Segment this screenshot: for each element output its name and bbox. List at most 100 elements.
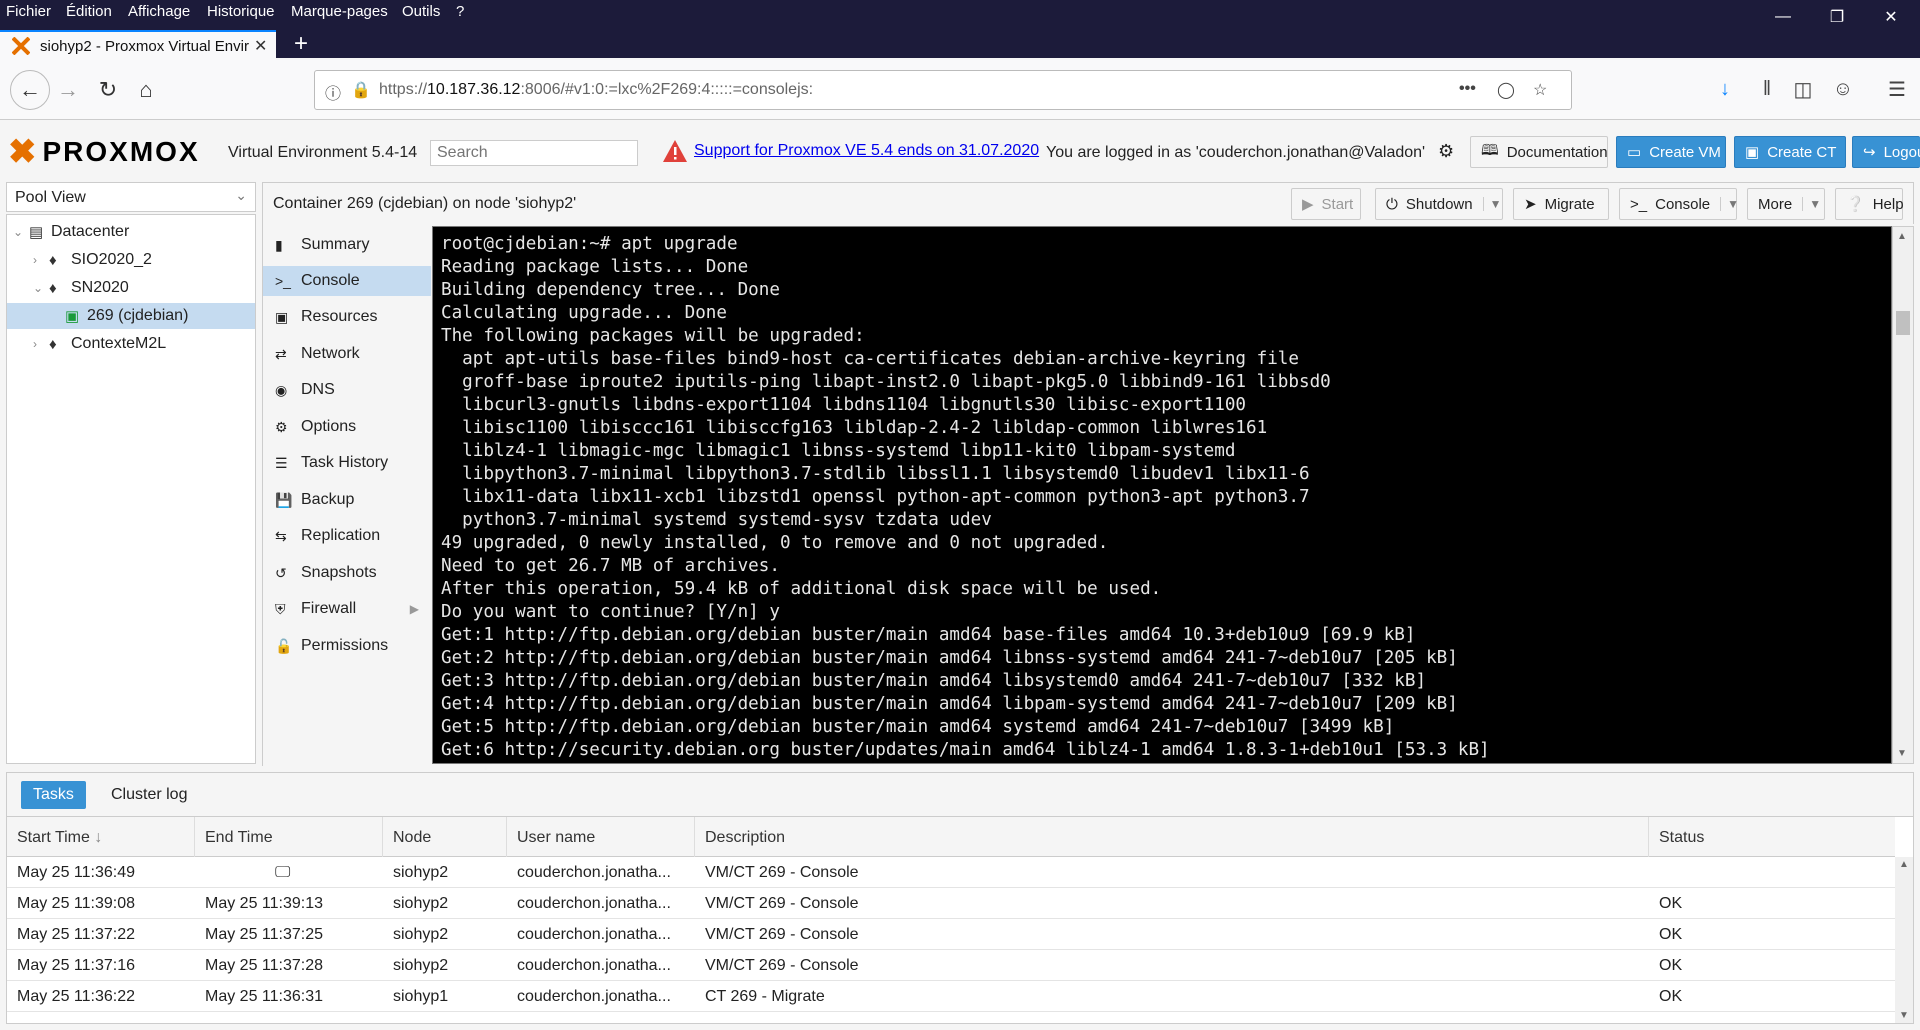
new-tab-icon[interactable]: + — [286, 30, 316, 58]
search-input[interactable] — [430, 140, 638, 166]
nav-dns[interactable]: ◉ DNS — [263, 375, 431, 405]
play-icon: ▶ — [1302, 196, 1314, 213]
collapse-icon[interactable]: ⌄ — [13, 225, 29, 239]
nav-permissions[interactable]: 🔓 Permissions — [263, 631, 431, 661]
start-button[interactable]: ▶ Start — [1291, 188, 1361, 220]
console-terminal[interactable]: root@cjdebian:~# apt upgrade Reading pack… — [432, 226, 1892, 764]
tab-tasks[interactable]: Tasks — [21, 781, 86, 809]
scroll-up-icon[interactable]: ▲ — [1899, 859, 1909, 870]
col-start-time[interactable]: Start Time ↓ — [7, 817, 195, 857]
nav-backup[interactable]: 💾 Backup — [263, 485, 431, 515]
scroll-up-icon[interactable]: ▲ — [1897, 231, 1907, 242]
dropdown-arrow-icon[interactable]: ▼ — [1482, 197, 1501, 211]
console-button[interactable]: >_ Console ▼ — [1619, 188, 1739, 220]
browser-tab-active[interactable]: siohyp2 - Proxmox Virtual Envir ✕ — [0, 30, 276, 60]
logout-button[interactable]: ↪Logou — [1852, 136, 1920, 168]
menu-marque-pages[interactable]: Marque-pages — [291, 3, 388, 20]
url-bar[interactable]: ⓘ 🔒 https://10.187.36.12:8006/#v1:0:=lxc… — [314, 70, 1572, 110]
tree-node-contextem2l[interactable]: › ♦ ContexteM2L — [33, 331, 255, 357]
menu-help[interactable]: ? — [456, 3, 464, 20]
more-button[interactable]: More ▼ — [1747, 188, 1825, 220]
tab-cluster-log[interactable]: Cluster log — [99, 781, 199, 809]
expand-icon[interactable]: › — [33, 253, 49, 267]
insecure-lock-icon[interactable]: 🔒 — [351, 80, 371, 100]
nav-console[interactable]: >_ Console — [263, 266, 431, 296]
tab-title: siohyp2 - Proxmox Virtual Envir — [40, 37, 249, 55]
col-status[interactable]: Status — [1649, 817, 1895, 857]
dropdown-arrow-icon[interactable]: ▼ — [1720, 197, 1739, 211]
task-row[interactable]: May 25 11:37:16 May 25 11:37:28 siohyp2 cou… — [7, 950, 1895, 981]
sidebar-icon[interactable]: ◫ — [1788, 74, 1818, 104]
shutdown-button[interactable]: ⏻ Shutdown ▼ — [1375, 188, 1503, 220]
task-row[interactable]: May 25 11:36:49 🖵 siohyp2 couderchon.jonath… — [7, 857, 1895, 888]
cell-status: OK — [1659, 988, 1683, 1005]
bookmark-star-icon[interactable]: ☆ — [1533, 80, 1547, 100]
task-row[interactable]: May 25 11:39:08 May 25 11:39:13 siohyp2 cou… — [7, 888, 1895, 919]
nav-summary[interactable]: ▮ Summary — [263, 230, 431, 260]
page-actions-icon[interactable]: ••• — [1459, 80, 1476, 98]
tree-node-269-cjdebian[interactable]: ▣ 269 (cjdebian) — [7, 303, 255, 329]
menu-edition[interactable]: Édition — [66, 3, 112, 20]
col-end-time[interactable]: End Time — [195, 817, 383, 857]
account-icon[interactable]: ☺ — [1828, 74, 1858, 104]
proxmox-favicon-icon — [11, 36, 31, 56]
nav-options[interactable]: ⚙ Options — [263, 412, 431, 442]
pocket-icon[interactable]: ◯ — [1497, 80, 1515, 100]
tree-node-sn2020[interactable]: ⌄ ♦ SN2020 — [33, 275, 255, 301]
tree-node-sio2020-2[interactable]: › ♦ SIO2020_2 — [33, 247, 255, 273]
menu-historique[interactable]: Historique — [207, 3, 275, 20]
menu-hamburger-icon[interactable]: ☰ — [1882, 74, 1912, 104]
scroll-thumb[interactable] — [1896, 311, 1910, 335]
task-row[interactable]: May 25 11:36:22 May 25 11:36:31 siohyp1 cou… — [7, 981, 1895, 1012]
nav-task-history[interactable]: ☰ Task History — [263, 448, 431, 478]
scroll-down-icon[interactable]: ▼ — [1897, 748, 1907, 759]
library-icon[interactable]: ‖ — [1752, 74, 1782, 104]
terminal-line: The following packages will be upgraded: — [441, 326, 865, 346]
collapse-icon[interactable]: ⌄ — [33, 281, 49, 295]
nav-replication[interactable]: ⇆ Replication — [263, 521, 431, 551]
col-user-name[interactable]: User name — [507, 817, 695, 857]
nav-network[interactable]: ⇄ Network — [263, 339, 431, 369]
home-icon[interactable]: ⌂ — [130, 74, 162, 106]
create-ct-button[interactable]: ▣ Create CT — [1734, 136, 1846, 168]
server-stack-icon: ▤ — [29, 224, 44, 241]
support-link[interactable]: Support for Proxmox VE 5.4 ends on 31.07… — [694, 142, 1039, 160]
menu-fichier[interactable]: Fichier — [6, 3, 51, 20]
downloads-icon[interactable]: ↓ — [1710, 74, 1740, 104]
migrate-button[interactable]: ➤ Migrate — [1513, 188, 1609, 220]
content-title: Container 269 (cjdebian) on node 'siohyp… — [273, 195, 577, 212]
help-button[interactable]: ❔ Help — [1835, 188, 1904, 220]
terminal-output: root@cjdebian:~# apt upgrade Reading pack… — [441, 233, 1490, 762]
cell-end-time: May 25 11:37:28 — [205, 957, 324, 974]
close-tab-icon[interactable]: ✕ — [254, 36, 267, 56]
nav-resources[interactable]: ▣ Resources — [263, 302, 431, 332]
browser-tabbar: siohyp2 - Proxmox Virtual Envir ✕ + — [0, 26, 1920, 60]
terminal-scrollbar[interactable]: ▲ ▼ — [1892, 226, 1914, 764]
task-row[interactable]: May 25 11:37:22 May 25 11:37:25 siohyp2 cou… — [7, 919, 1895, 950]
terminal-line: Get:4 http://ftp.debian.org/debian buste… — [441, 694, 1458, 714]
cell-node: siohyp2 — [393, 957, 449, 974]
nav-snapshots[interactable]: ↺ Snapshots — [263, 558, 431, 588]
expand-icon[interactable]: › — [33, 337, 49, 351]
create-vm-button[interactable]: ▭ Create VM — [1616, 136, 1726, 168]
col-node[interactable]: Node — [383, 817, 507, 857]
menu-affichage[interactable]: Affichage — [128, 3, 190, 20]
back-icon[interactable]: ← — [10, 70, 50, 110]
resource-tree: ⌄ ▤ Datacenter › ♦ SIO2020_2 ⌄ ♦ SN2020 … — [6, 214, 256, 764]
menu-outils[interactable]: Outils — [402, 3, 440, 20]
tree-node-datacenter[interactable]: ⌄ ▤ Datacenter — [13, 219, 255, 245]
grid-scrollbar[interactable]: ▲ ▼ — [1895, 857, 1913, 1023]
version-label: Virtual Environment 5.4-14 — [228, 144, 418, 161]
reload-icon[interactable]: ↻ — [92, 74, 124, 106]
pool-view-select[interactable]: Pool View ⌄ — [6, 182, 256, 212]
nav-firewall[interactable]: ⛨ Firewall ▶ — [263, 594, 431, 624]
info-icon[interactable]: ⓘ — [325, 80, 341, 104]
documentation-button[interactable]: 🕮 Documentation — [1470, 136, 1608, 168]
dropdown-arrow-icon[interactable]: ▼ — [1802, 197, 1821, 211]
user-gear-icon[interactable]: ⚙ — [1438, 141, 1454, 162]
url-text: https://10.187.36.12:8006/#v1:0:=lxc%2F2… — [379, 81, 814, 98]
col-description[interactable]: Description — [695, 817, 1649, 857]
scroll-down-icon[interactable]: ▼ — [1899, 1010, 1909, 1021]
forward-icon[interactable]: → — [52, 74, 84, 106]
warning-icon — [662, 139, 688, 163]
